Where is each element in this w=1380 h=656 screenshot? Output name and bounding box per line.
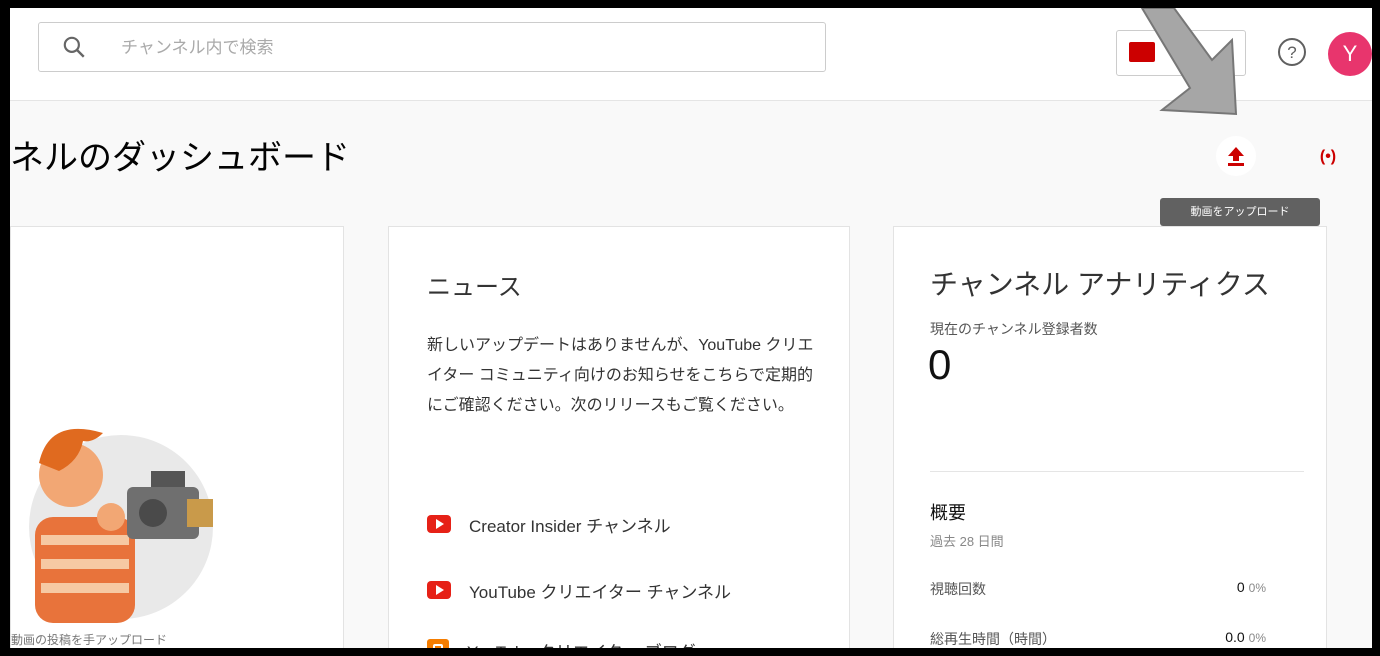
metric-value: 0 0%: [1237, 579, 1266, 595]
metric-number: 0: [1236, 579, 1245, 595]
analytics-title: チャンネル アナリティクス: [930, 269, 1270, 300]
help-icon[interactable]: ?: [1274, 34, 1310, 70]
metric-percent: 0%: [1248, 631, 1266, 645]
illustration-photographer: [29, 428, 213, 623]
news-card: ニュース 新しいアップデートはありませんが、YouTube クリエイター コミュ…: [388, 226, 850, 648]
subscribers-label: 現在のチャンネル登録者数: [930, 321, 1098, 337]
news-body: 新しいアップデートはありませんが、YouTube クリエイター コミュニティ向け…: [427, 337, 814, 414]
metric-percent: 0%: [1248, 581, 1266, 595]
news-link-creator-blog[interactable]: YouTube クリエイター ブログ: [427, 635, 696, 648]
metric-label: 視聴回数: [930, 581, 986, 597]
studio-window: ? Y ネルのダッシュボード (•) 動画をアップロード 動画の投稿を手アップロ…: [10, 8, 1372, 648]
blogger-icon: [427, 639, 449, 648]
search-icon: [63, 36, 85, 58]
analytics-card: チャンネル アナリティクス 現在のチャンネル登録者数 0 概要 過去 28 日間…: [893, 226, 1327, 648]
search-box[interactable]: [38, 22, 826, 72]
news-link-creator-insider[interactable]: Creator Insider チャンネル: [427, 509, 671, 539]
youtube-icon: [427, 515, 451, 533]
upload-tooltip: 動画をアップロード: [1160, 198, 1320, 226]
annotation-arrow-icon: [1140, 8, 1238, 116]
divider: [930, 471, 1304, 472]
svg-text:?: ?: [1287, 43, 1296, 62]
news-link-label[interactable]: YouTube クリエイター ブログ: [467, 638, 696, 649]
youtube-icon: [427, 581, 451, 599]
summary-period: 過去 28 日間: [930, 534, 1004, 549]
summary-title: 概要: [930, 503, 966, 523]
metric-row-views: 視聴回数 0 0%: [930, 579, 1266, 603]
metric-label: 総再生時間（時間）: [930, 631, 1056, 647]
news-link-label[interactable]: YouTube クリエイター チャンネル: [469, 578, 731, 603]
upload-card: 動画の投稿を手アップロード: [10, 226, 344, 648]
upload-button[interactable]: [1216, 136, 1256, 176]
news-title: ニュース: [427, 274, 522, 301]
subscribers-count: 0: [928, 341, 952, 388]
avatar[interactable]: Y: [1328, 32, 1372, 76]
metric-value: 0.0 0%: [1225, 629, 1266, 645]
upload-icon: [1228, 147, 1244, 166]
metric-number: 0.0: [1225, 629, 1245, 645]
metric-row-watch-time: 総再生時間（時間） 0.0 0%: [930, 629, 1266, 648]
search-input[interactable]: [119, 31, 803, 65]
upload-caption: 動画の投稿を手アップロード: [11, 633, 168, 647]
go-live-button[interactable]: (•): [1300, 140, 1356, 174]
news-link-label[interactable]: Creator Insider チャンネル: [469, 512, 671, 537]
page-title: ネルのダッシュボード: [10, 139, 350, 177]
news-link-creator-channel[interactable]: YouTube クリエイター チャンネル: [427, 575, 731, 605]
